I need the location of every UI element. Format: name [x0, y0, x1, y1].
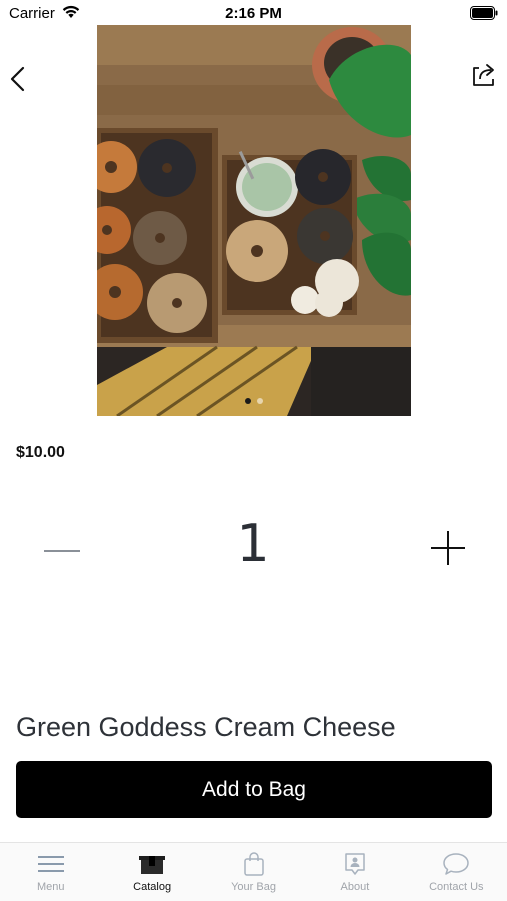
carousel-dot[interactable]	[257, 398, 263, 404]
tab-contact-us[interactable]: Contact Us	[406, 843, 507, 901]
carousel-dot[interactable]	[245, 398, 251, 404]
chevron-left-icon	[10, 66, 25, 92]
tab-bar: Menu Catalog Your Bag About Contact Us	[0, 842, 507, 901]
bagel-photo	[97, 25, 411, 416]
tab-label: Contact Us	[429, 881, 484, 893]
product-price: $10.00	[16, 444, 65, 461]
tab-menu[interactable]: Menu	[0, 843, 101, 901]
tab-label: Your Bag	[231, 881, 276, 893]
status-bar: Carrier 2:16 PM	[0, 0, 507, 28]
product-image[interactable]	[97, 25, 411, 416]
carousel-dots[interactable]	[97, 398, 411, 404]
increase-quantity-button[interactable]	[426, 526, 470, 570]
minus-icon	[44, 550, 80, 552]
product-title: Green Goddess Cream Cheese	[16, 712, 396, 742]
bag-icon	[239, 851, 269, 877]
tab-about[interactable]: About	[304, 843, 405, 901]
catalog-icon	[137, 851, 167, 877]
clock: 2:16 PM	[225, 5, 282, 22]
share-icon	[473, 64, 494, 86]
tab-label: Menu	[36, 881, 65, 893]
battery-icon	[470, 6, 498, 25]
tab-catalog[interactable]: Catalog	[101, 843, 202, 901]
menu-icon	[36, 851, 66, 877]
tab-your-bag[interactable]: Your Bag	[203, 843, 304, 901]
quantity-value: 1	[236, 514, 270, 574]
add-to-bag-button[interactable]: Add to Bag	[16, 761, 492, 818]
tab-label: About	[340, 881, 370, 893]
about-icon	[340, 851, 370, 877]
back-button[interactable]	[6, 62, 30, 96]
chat-icon	[441, 851, 471, 877]
decrease-quantity-button[interactable]	[40, 530, 84, 570]
share-button[interactable]	[469, 60, 499, 90]
tab-label: Catalog	[133, 881, 172, 893]
